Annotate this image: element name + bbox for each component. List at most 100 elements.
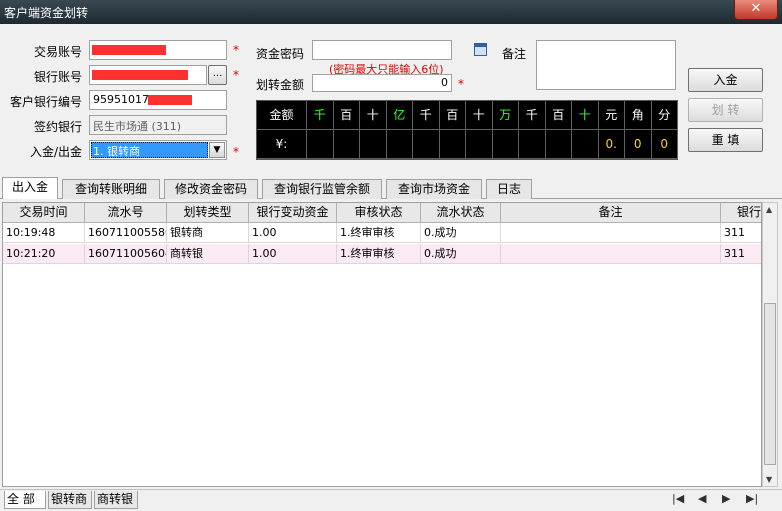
required-mark: * [233, 68, 239, 82]
amount-value: 0 [441, 76, 448, 89]
transfer-table: 交易时间 流水号 划转类型 银行变动资金 审核状态 流水状态 备注 银行 10:… [2, 202, 762, 487]
redacted-mark [92, 45, 166, 55]
last-page-icon[interactable]: ▶| [746, 492, 758, 505]
bank-account-more-button[interactable]: ... [208, 65, 227, 85]
table-header: 交易时间 流水号 划转类型 银行变动资金 审核状态 流水状态 备注 银行 [3, 203, 761, 223]
tab-market-funds[interactable]: 查询市场资金 [386, 179, 482, 199]
col-serial-no[interactable]: 流水号 [85, 203, 167, 223]
amount-digit-cell [307, 130, 334, 159]
scroll-up-icon[interactable]: ▲ [766, 205, 772, 214]
col-serial-status[interactable]: 流水状态 [421, 203, 501, 223]
prev-page-icon[interactable]: ◀ [698, 492, 706, 505]
direction-select[interactable]: 1. 银转商 ▼ [89, 140, 227, 160]
close-button[interactable]: ✕ [734, 0, 778, 20]
tab-bank-supervision-balance[interactable]: 查询银行监管余额 [262, 179, 382, 199]
remark-textarea[interactable] [536, 40, 676, 90]
cell-bank: 311 [721, 223, 761, 243]
next-page-icon[interactable]: ▶ [722, 492, 730, 505]
keyboard-icon[interactable] [474, 43, 487, 56]
vertical-scrollbar[interactable]: ▲ ▼ [762, 202, 778, 487]
amount-digit-cell: 0 [651, 130, 678, 159]
cell-amount: 1.00 [249, 223, 337, 243]
cell-audit: 1.终审审核 [337, 223, 421, 243]
amount-unit-cell: 万 [492, 101, 519, 130]
fund-password-label: 资金密码 [255, 47, 304, 61]
customer-bank-no-value: 959510179 [93, 93, 156, 106]
filter-tab-broker-to-bank[interactable]: 商转银 [94, 491, 138, 509]
cell-bank: 311 [721, 244, 761, 264]
col-transfer-type[interactable]: 划转类型 [167, 203, 249, 223]
window-title: 客户端资金划转 [4, 6, 89, 20]
amount-digit-cell [360, 130, 387, 159]
tab-transfer-details[interactable]: 查询转账明细 [62, 179, 160, 199]
col-bank-change[interactable]: 银行变动资金 [249, 203, 337, 223]
direction-label: 入金/出金 [29, 145, 82, 159]
amount-digit-cell [413, 130, 440, 159]
table-row[interactable]: 10:21:20 160711005604 商转银 1.00 1.终审审核 0.… [3, 244, 761, 264]
trade-account-input[interactable] [89, 40, 227, 60]
col-bank[interactable]: 银行 [721, 203, 761, 223]
amount-unit-cell: 角 [625, 101, 652, 130]
amount-digit-cell [386, 130, 413, 159]
cell-status: 0.成功 [421, 244, 501, 264]
amount-digit-cell [333, 130, 360, 159]
customer-bank-no-input[interactable]: 959510179 [89, 90, 227, 110]
filter-tab-all[interactable]: 全 部 [4, 491, 46, 509]
amount-digit-cell [439, 130, 466, 159]
col-audit-status[interactable]: 审核状态 [337, 203, 421, 223]
tab-log[interactable]: 日志 [486, 179, 532, 199]
cell-amount: 1.00 [249, 244, 337, 264]
signed-bank-value: 民生市场通 (311) [93, 120, 182, 133]
reset-button[interactable]: 重 填 [688, 128, 763, 152]
amount-unit-cell: 十 [360, 101, 387, 130]
amount-unit-cell: 百 [545, 101, 572, 130]
fund-password-input[interactable] [312, 40, 452, 60]
required-mark: * [233, 145, 239, 159]
col-remark[interactable]: 备注 [501, 203, 721, 223]
amount-digit-cell [519, 130, 546, 159]
amount-unit-cell: 十 [466, 101, 493, 130]
redacted-mark [92, 70, 188, 80]
amount-unit-cell: 元 [598, 101, 625, 130]
scroll-down-icon[interactable]: ▼ [766, 475, 772, 484]
cell-type: 商转银 [167, 244, 249, 264]
cell-audit: 1.终审审核 [337, 244, 421, 264]
direction-value: 1. 银转商 [93, 145, 140, 158]
amount-unit-cell: 千 [413, 101, 440, 130]
col-trade-time[interactable]: 交易时间 [3, 203, 85, 223]
deposit-button[interactable]: 入金 [688, 68, 763, 92]
cell-status: 0.成功 [421, 223, 501, 243]
tab-change-fund-password[interactable]: 修改资金密码 [164, 179, 258, 199]
amount-input[interactable]: 0 [312, 74, 452, 92]
amount-digit-cell [545, 130, 572, 159]
trade-account-label: 交易账号 [33, 45, 82, 59]
bank-account-label: 银行账号 [33, 70, 82, 84]
amount-unit-cell: 十 [572, 101, 599, 130]
amount-unit-cell: 百 [333, 101, 360, 130]
required-mark: * [233, 43, 239, 57]
amount-unit-cell: 分 [651, 101, 678, 130]
redacted-mark [148, 95, 192, 105]
filter-tab-bank-to-broker[interactable]: 银转商 [48, 491, 92, 509]
amount-digit-cell: 0 [625, 130, 652, 159]
amount-unit-cell: 千 [307, 101, 334, 130]
cell-serial: 160711005604 [85, 244, 167, 264]
amount-unit-cell: 千 [519, 101, 546, 130]
transfer-button[interactable]: 划 转 [688, 98, 763, 122]
amount-digit-cell [466, 130, 493, 159]
table-row[interactable]: 10:19:48 160711005580 银转商 1.00 1.终审审核 0.… [3, 223, 761, 243]
cell-remark [501, 223, 721, 243]
amount-label: 划转金额 [255, 78, 304, 92]
cell-type: 银转商 [167, 223, 249, 243]
chevron-down-icon[interactable]: ▼ [209, 142, 225, 158]
signed-bank-label: 签约银行 [33, 120, 82, 134]
tab-deposit-withdraw[interactable]: 出入金 [2, 177, 58, 199]
title-bar: 客户端资金划转 ✕ [0, 0, 782, 24]
amount-unit-cell: 百 [439, 101, 466, 130]
cell-time: 10:21:20 [3, 244, 85, 264]
first-page-icon[interactable]: |◀ [672, 492, 684, 505]
amount-digit-cell: 0. [598, 130, 625, 159]
bank-account-input[interactable] [89, 65, 207, 85]
scrollbar-thumb[interactable] [764, 303, 776, 465]
remark-label: 备注 [501, 47, 526, 61]
